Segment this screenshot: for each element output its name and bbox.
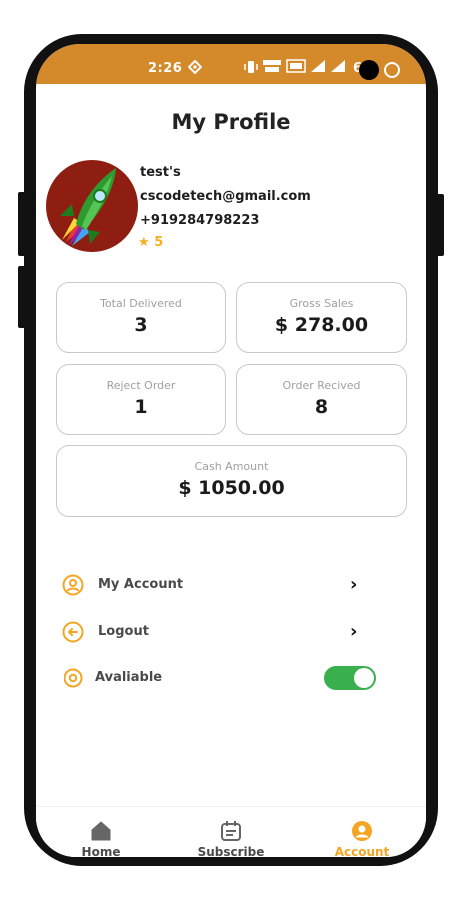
battery-ring-icon [384, 62, 400, 78]
nav-home[interactable]: Home [46, 807, 156, 857]
total-delivered-card: Total Delivered 3 [56, 282, 226, 353]
toggle-knob [354, 668, 374, 688]
profile-phone: +919284798223 [140, 213, 260, 228]
my-account-label: My Account [98, 577, 184, 592]
volte-icon [286, 59, 306, 77]
binance-icon [187, 59, 203, 78]
star-icon: ★ [138, 235, 150, 250]
menu-item-my-account[interactable]: My Account › [62, 573, 392, 601]
gross-sales-label: Gross Sales [289, 297, 354, 310]
available-label: Avaliable [95, 670, 163, 685]
phone-screen: 2:26 6 My Profile test's cscodetech@gmai… [36, 44, 426, 857]
front-camera [359, 60, 379, 80]
reject-order-card: Reject Order 1 [56, 364, 226, 435]
signal-icon-2 [330, 59, 346, 77]
signal-icon-1 [310, 59, 326, 77]
gross-sales-card: Gross Sales $ 278.00 [236, 282, 407, 353]
order-received-value: 8 [314, 396, 329, 418]
data-speed-icon [262, 59, 282, 77]
menu-item-available: Avaliable [62, 666, 392, 694]
nav-subscribe[interactable]: Subscribe [176, 807, 286, 857]
status-time: 2:26 [148, 61, 183, 76]
chevron-right-icon: › [350, 621, 358, 642]
total-delivered-value: 3 [134, 314, 148, 336]
reject-order-label: Reject Order [106, 379, 176, 392]
profile-name: test's [140, 165, 181, 180]
total-delivered-label: Total Delivered [100, 297, 182, 310]
avatar [46, 160, 138, 252]
logout-circle-icon [62, 621, 84, 643]
rating: ★ 5 [138, 235, 163, 250]
user-circle-icon [62, 574, 84, 596]
order-received-label: Order Recived [282, 379, 361, 392]
vibrate-icon [244, 60, 258, 78]
nav-account[interactable]: Account [307, 807, 417, 857]
nav-subscribe-label: Subscribe [197, 845, 265, 857]
user-icon [352, 821, 372, 841]
rating-value: 5 [154, 235, 164, 250]
availability-icon [64, 668, 83, 688]
status-bar: 2:26 6 [36, 44, 426, 84]
gross-sales-value: $ 278.00 [274, 314, 369, 336]
cash-amount-card: Cash Amount $ 1050.00 [56, 445, 407, 517]
cash-amount-value: $ 1050.00 [178, 477, 285, 499]
nav-account-label: Account [334, 845, 390, 857]
order-received-card: Order Recived 8 [236, 364, 407, 435]
profile-email: cscodetech@gmail.com [140, 189, 311, 204]
home-icon [91, 821, 111, 841]
reject-order-value: 1 [134, 396, 148, 418]
calendar-icon [221, 821, 241, 841]
cash-amount-label: Cash Amount [194, 460, 269, 473]
page-title: My Profile [171, 110, 291, 134]
nav-home-label: Home [81, 845, 121, 857]
menu-item-logout[interactable]: Logout › [62, 620, 392, 648]
rocket-icon [60, 168, 116, 246]
bottom-navigation: Home Subscribe Account [36, 806, 426, 857]
available-toggle[interactable] [324, 666, 376, 690]
chevron-right-icon: › [350, 574, 358, 595]
logout-label: Logout [98, 624, 149, 639]
